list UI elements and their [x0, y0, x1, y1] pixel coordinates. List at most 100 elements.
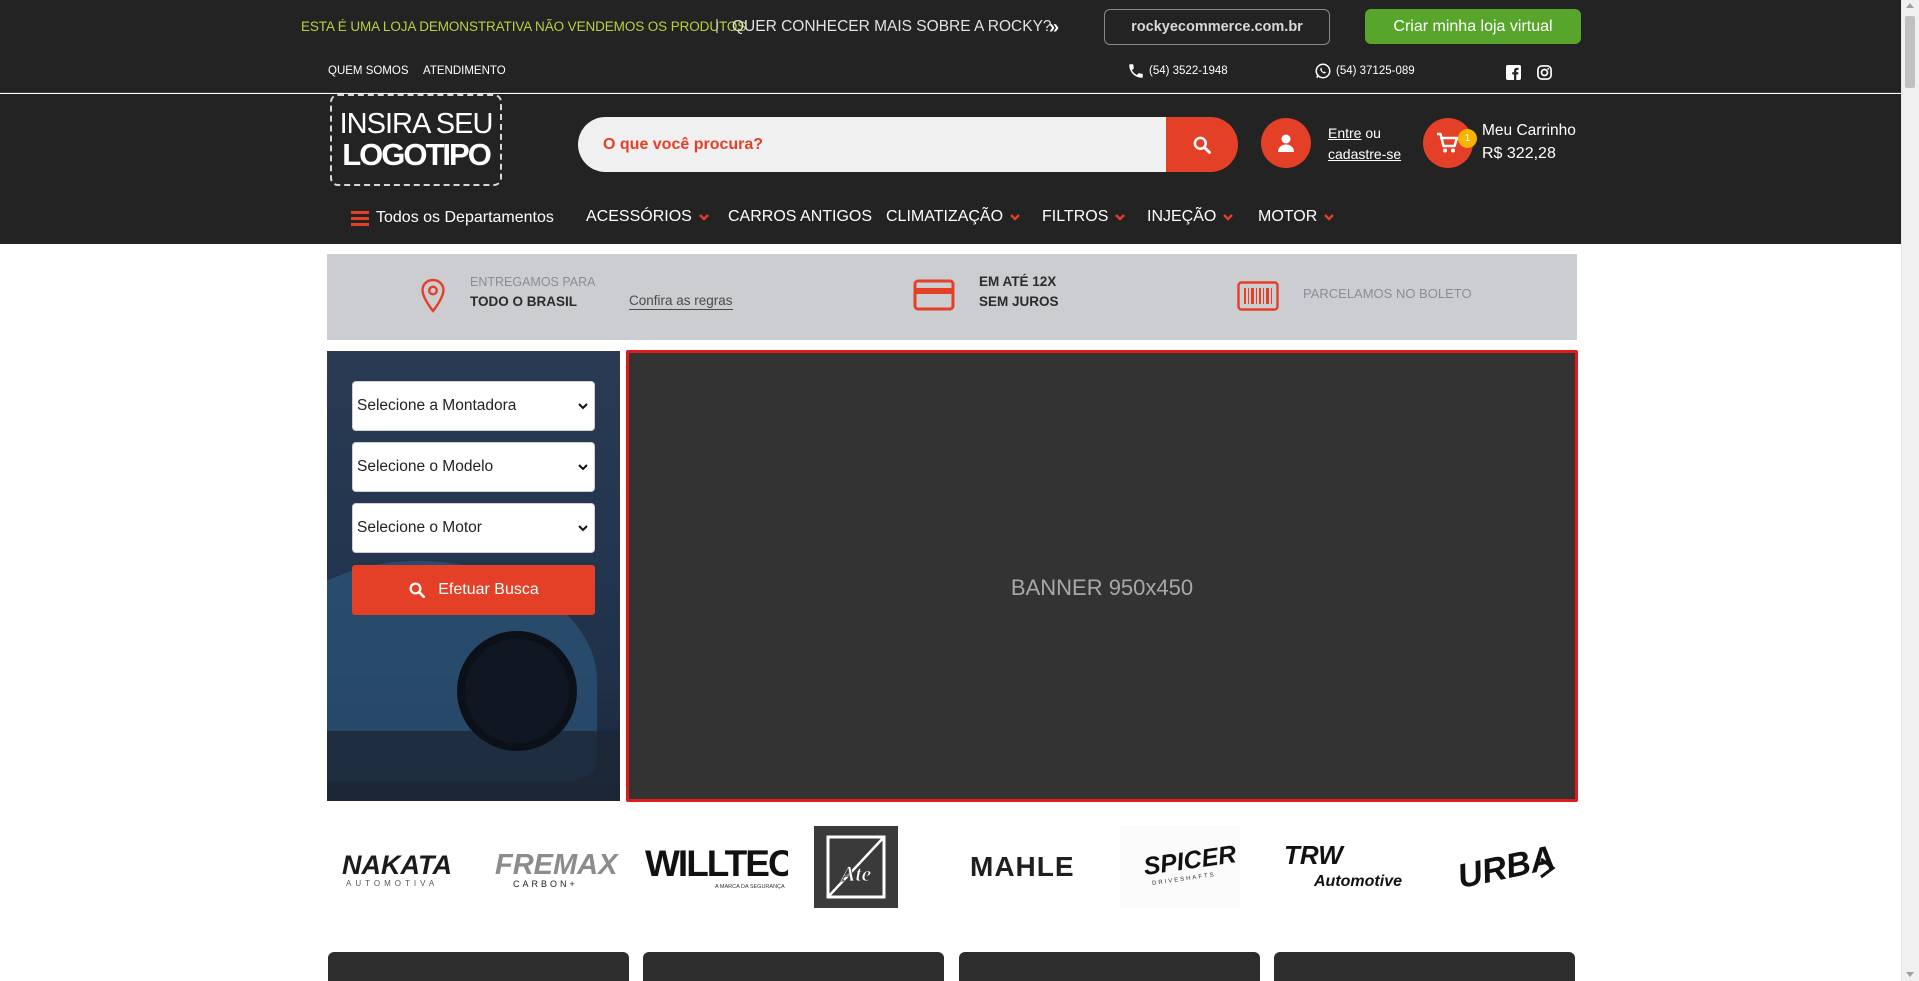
chevron-down-icon — [1010, 214, 1020, 221]
login-link[interactable]: Entre — [1328, 125, 1361, 141]
brand-logo-willtec[interactable]: WILLTEC A MARCA DA SEGURANÇA — [643, 826, 788, 908]
nav-label: INJEÇÃO — [1147, 208, 1217, 225]
nav-item-injecao[interactable]: INJEÇÃO — [1147, 208, 1234, 226]
brand-logo-ate[interactable]: Ate — [814, 826, 898, 908]
page-scrollbar[interactable] — [1901, 0, 1919, 981]
support-link[interactable]: ATENDIMENTO — [423, 65, 506, 77]
brand-sub: CARBON+ — [513, 879, 578, 889]
instagram-icon[interactable] — [1537, 65, 1552, 80]
banner-label: BANNER 950x450 — [1010, 575, 1194, 600]
nav-item-filtros[interactable]: FILTROS — [1042, 208, 1126, 226]
search-icon — [1193, 136, 1211, 154]
trw-logo: TRW Automotive — [1284, 842, 1402, 890]
brand-logo-mahle[interactable]: MAHLE — [968, 826, 1088, 908]
nav-item-carros-antigos[interactable]: CARROS ANTIGOS — [728, 208, 872, 226]
nav-label: ACESSÓRIOS — [586, 208, 692, 225]
brand-logo-trw[interactable]: TRW Automotive — [1278, 826, 1408, 908]
ate-logo: Ate — [826, 835, 886, 899]
vehicle-search-button[interactable]: Efetuar Busca — [352, 565, 595, 615]
brand-name: NAKATA — [342, 850, 452, 880]
logo-line-2: LOGOTIPO — [342, 137, 492, 172]
model-select[interactable]: Selecione o Modelo — [352, 442, 595, 492]
create-store-button[interactable]: Criar minha loja virtual — [1365, 9, 1581, 44]
boleto-text: PARCELAMOS NO BOLETO — [1303, 286, 1472, 301]
brand-sub: Automotive — [1313, 873, 1402, 890]
brand-sub: AUTOMOTIVA — [346, 879, 438, 888]
search-input[interactable] — [578, 117, 1168, 172]
nav-label: FILTROS — [1042, 208, 1109, 225]
brand-logo-urba[interactable]: URBA — [1453, 826, 1563, 908]
phone-contact[interactable]: (54) 3522-1948 — [1127, 62, 1228, 80]
double-chevron-right-icon[interactable]: » — [1049, 17, 1059, 38]
nav-item-climatizacao[interactable]: CLIMATIZAÇÃO — [886, 208, 1020, 226]
brand-logo-nakata[interactable]: NAKATA AUTOMOTIVA — [336, 826, 466, 908]
nav-item-acessorios[interactable]: ACESSÓRIOS — [586, 208, 709, 226]
hero-banner[interactable]: BANNER 950x450 — [626, 350, 1578, 802]
product-card[interactable] — [328, 952, 629, 981]
installments-line-1: EM ATÉ 12X — [979, 274, 1057, 289]
willtec-logo: WILLTEC A MARCA DA SEGURANÇA — [645, 843, 788, 890]
chevron-down-icon — [1115, 214, 1126, 221]
rules-link[interactable]: Confira as regras — [629, 293, 733, 310]
about-link[interactable]: QUEM SOMOS — [328, 65, 409, 77]
chevron-down-icon — [1324, 214, 1335, 221]
know-more-link[interactable]: QUER CONHECER MAIS SOBRE A ROCKY? — [732, 18, 1052, 36]
whatsapp-icon — [1315, 63, 1331, 79]
cart-count-badge: 1 — [1458, 129, 1477, 148]
vehicle-search-label: Efetuar Busca — [438, 581, 539, 598]
nav-item-motor[interactable]: MOTOR — [1258, 208, 1335, 226]
cart-icon — [1437, 132, 1459, 153]
login-or-text: ou — [1361, 125, 1381, 141]
product-card[interactable] — [1274, 952, 1575, 981]
chevron-down-icon — [578, 464, 588, 471]
whatsapp-number: (54) 37125-089 — [1336, 65, 1415, 77]
brand-name: MAHLE — [970, 851, 1075, 882]
credit-card-icon — [913, 279, 955, 311]
brand-sub: A MARCA DA SEGURANÇA — [715, 884, 785, 890]
nakata-logo: NAKATA AUTOMOTIVA — [342, 850, 452, 888]
chevron-down-icon — [578, 525, 588, 532]
model-select-value: Selecione o Modelo — [357, 458, 494, 475]
nav-label: CARROS ANTIGOS — [728, 208, 873, 225]
promo-bar — [0, 0, 1901, 93]
delivery-small-text: ENTREGAMOS PARA — [470, 275, 596, 289]
cart-title[interactable]: Meu Carrinho — [1482, 122, 1576, 140]
demo-notice: ESTA É UMA LOJA DEMONSTRATIVA NÃO VENDEM… — [301, 19, 747, 34]
chevron-down-icon — [578, 403, 588, 410]
cart-total[interactable]: R$ 322,28 — [1482, 145, 1556, 163]
whatsapp-contact[interactable]: (54) 37125-089 — [1314, 62, 1415, 80]
delivery-info: ENTREGAMOS PARA TODO O BRASIL — [470, 272, 595, 312]
nav-label: MOTOR — [1258, 208, 1318, 225]
location-pin-icon — [421, 278, 445, 313]
search-button[interactable] — [1166, 117, 1238, 172]
account-button[interactable] — [1261, 118, 1311, 168]
all-departments-menu[interactable]: Todos os Departamentos — [351, 209, 554, 227]
installments-info: EM ATÉ 12X SEM JUROS — [979, 272, 1059, 312]
facebook-icon[interactable] — [1506, 65, 1521, 80]
product-card[interactable] — [959, 952, 1260, 981]
product-card[interactable] — [643, 952, 944, 981]
panel-ground — [327, 731, 620, 801]
hamburger-menu-icon — [351, 211, 369, 226]
brand-logo-fremax[interactable]: FREMAX CARBON+ — [491, 826, 626, 908]
phone-icon — [1129, 64, 1143, 78]
brand-logo-spicer[interactable]: SPICER DRIVESHAFTS — [1120, 826, 1240, 908]
engine-select-value: Selecione o Motor — [357, 519, 482, 536]
brand-select[interactable]: Selecione a Montadora — [352, 381, 595, 431]
brand-name: FREMAX — [495, 849, 619, 881]
all-departments-label: Todos os Departamentos — [376, 209, 554, 226]
domain-button[interactable]: rockyecommerce.com.br — [1104, 9, 1330, 45]
chevron-down-icon — [698, 214, 709, 221]
nav-label: CLIMATIZAÇÃO — [886, 208, 1004, 225]
store-logo[interactable]: INSIRA SEU LOGOTIPO — [330, 94, 502, 186]
delivery-bold-text: TODO O BRASIL — [470, 294, 578, 309]
spicer-logo: SPICER DRIVESHAFTS — [1142, 840, 1238, 887]
engine-select[interactable]: Selecione o Motor — [352, 503, 595, 553]
login-register: Entre ou cadastre-se — [1328, 123, 1401, 165]
scroll-up-arrow-icon[interactable] — [1906, 3, 1914, 8]
register-link[interactable]: cadastre-se — [1328, 146, 1401, 162]
scrollbar-thumb[interactable] — [1905, 16, 1915, 88]
scroll-down-arrow-icon[interactable] — [1906, 972, 1914, 977]
brand-name: URBA — [1454, 839, 1558, 897]
promo-separator: | — [715, 17, 719, 34]
